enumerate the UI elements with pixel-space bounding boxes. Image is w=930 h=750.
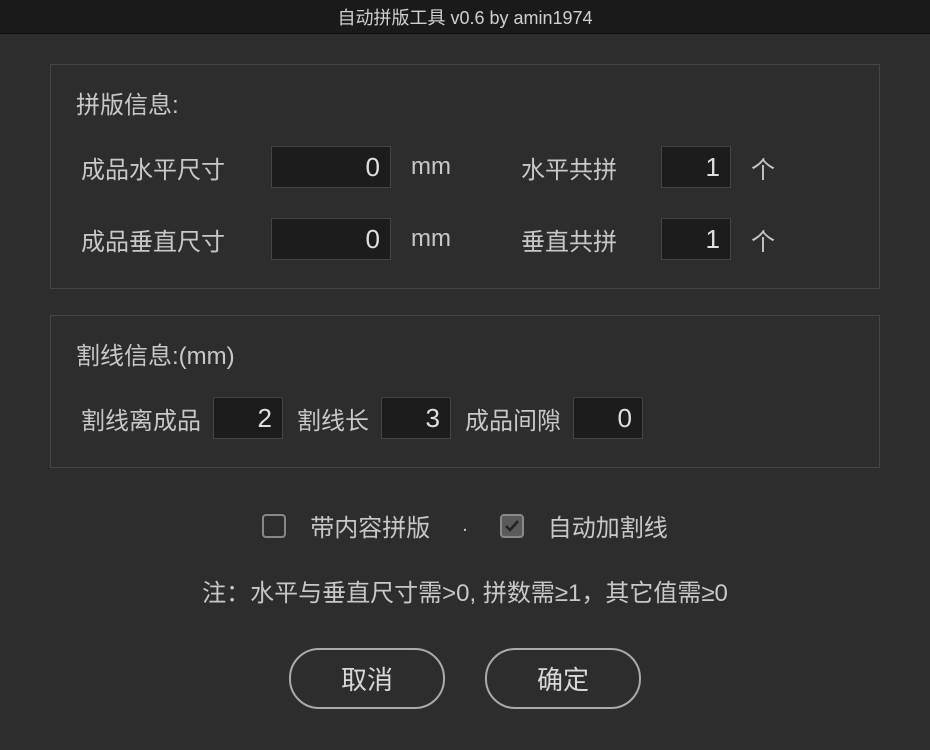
panel-title-crop: 割线信息:(mm)	[76, 336, 849, 371]
input-crop-length[interactable]	[381, 397, 451, 439]
window-title: 自动拼版工具 v0.6 by amin1974	[337, 4, 592, 30]
separator-dot: .	[462, 514, 468, 537]
input-horizontal-count[interactable]	[661, 146, 731, 188]
input-horizontal-size[interactable]	[271, 146, 391, 188]
panel-title-imposition: 拼版信息:	[76, 85, 849, 120]
label-horizontal-size: 成品水平尺寸	[81, 150, 261, 185]
row-buttons: 取消 确定	[50, 648, 880, 709]
label-vertical-count: 垂直共拼	[521, 222, 641, 257]
window-titlebar: 自动拼版工具 v0.6 by amin1974	[0, 0, 930, 34]
label-crop-length: 割线长	[297, 401, 369, 436]
unit-horizontal-size: mm	[411, 153, 471, 181]
row-vertical: 成品垂直尺寸 mm 垂直共拼 个	[81, 218, 849, 260]
ok-button[interactable]: 确定	[485, 648, 641, 709]
unit-vertical-count: 个	[751, 222, 775, 257]
checkbox-with-content[interactable]	[262, 514, 286, 538]
input-product-gap[interactable]	[573, 397, 643, 439]
row-options: 带内容拼版 . 自动加割线	[50, 508, 880, 543]
cancel-button[interactable]: 取消	[289, 648, 445, 709]
unit-horizontal-count: 个	[751, 150, 775, 185]
note-text: 注：水平与垂直尺寸需>0, 拼数需≥1，其它值需≥0	[50, 573, 880, 608]
label-horizontal-count: 水平共拼	[521, 150, 641, 185]
row-crop-settings: 割线离成品 割线长 成品间隙	[81, 397, 849, 439]
panel-imposition-info: 拼版信息: 成品水平尺寸 mm 水平共拼 个 成品垂直尺寸 mm 垂直共拼 个	[50, 64, 880, 289]
input-vertical-size[interactable]	[271, 218, 391, 260]
checkbox-auto-crop[interactable]	[500, 514, 524, 538]
dialog-content: 拼版信息: 成品水平尺寸 mm 水平共拼 个 成品垂直尺寸 mm 垂直共拼 个 …	[0, 34, 930, 709]
label-auto-crop: 自动加割线	[548, 508, 668, 543]
panel-crop-info: 割线信息:(mm) 割线离成品 割线长 成品间隙	[50, 315, 880, 468]
input-crop-offset[interactable]	[213, 397, 283, 439]
row-horizontal: 成品水平尺寸 mm 水平共拼 个	[81, 146, 849, 188]
label-product-gap: 成品间隙	[465, 401, 561, 436]
unit-vertical-size: mm	[411, 225, 471, 253]
label-vertical-size: 成品垂直尺寸	[81, 222, 261, 257]
check-icon	[504, 518, 520, 534]
label-with-content: 带内容拼版	[310, 508, 430, 543]
input-vertical-count[interactable]	[661, 218, 731, 260]
label-crop-offset: 割线离成品	[81, 401, 201, 436]
